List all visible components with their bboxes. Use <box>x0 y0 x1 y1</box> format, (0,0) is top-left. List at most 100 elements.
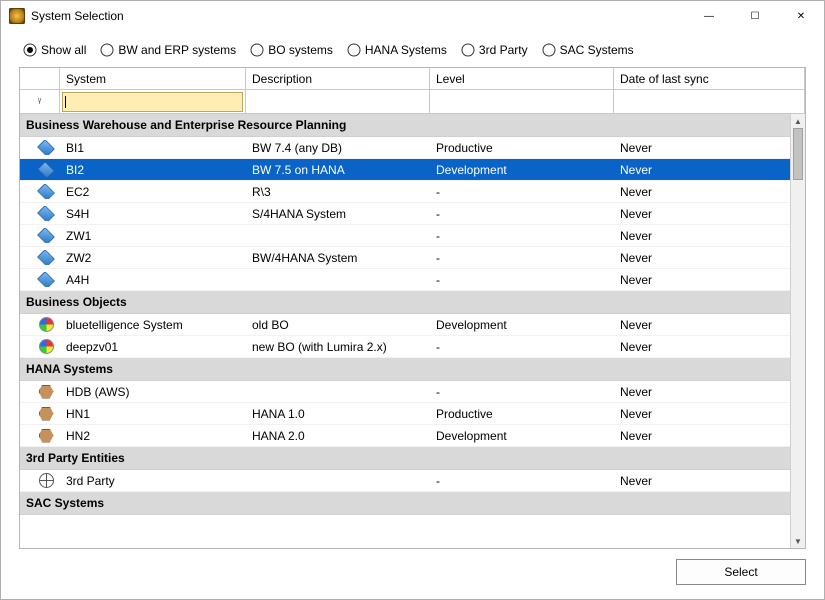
dialog-window: System Selection — ☐ ✕ Show all BW and ER… <box>0 0 825 600</box>
ball-icon <box>39 339 54 354</box>
titlebar: System Selection — ☐ ✕ <box>1 1 824 31</box>
row-icon-cell <box>20 206 60 221</box>
table-row[interactable]: BI2BW 7.5 on HANADevelopmentNever <box>20 159 791 181</box>
systems-grid: System Description Level Date of last sy… <box>19 67 806 549</box>
row-system: BI2 <box>60 163 246 177</box>
group-header[interactable]: Business Objects <box>20 291 791 314</box>
caret-icon <box>65 96 66 108</box>
row-description: S/4HANA System <box>246 207 430 221</box>
filter-system-input[interactable] <box>62 92 243 112</box>
filter-level-cell[interactable] <box>430 90 614 114</box>
scroll-thumb[interactable] <box>793 128 803 180</box>
row-level: - <box>430 229 614 243</box>
row-level: Development <box>430 163 614 177</box>
row-level: Development <box>430 318 614 332</box>
grid-rows: Business Warehouse and Enterprise Resour… <box>20 114 791 548</box>
hex-icon <box>39 428 54 443</box>
select-button[interactable]: Select <box>676 559 806 585</box>
table-row[interactable]: bluetelligence Systemold BODevelopmentNe… <box>20 314 791 336</box>
header-description[interactable]: Description <box>246 68 430 90</box>
table-row[interactable]: HDB (AWS) -Never <box>20 381 791 403</box>
filter-description-cell[interactable] <box>246 90 430 114</box>
filter-radio-3rd[interactable]: 3rd Party <box>461 43 528 57</box>
group-header[interactable]: SAC Systems <box>20 492 791 515</box>
row-icon-cell <box>20 162 60 177</box>
filter-last-sync-cell[interactable] <box>614 90 805 114</box>
window-controls: — ☐ ✕ <box>686 1 824 31</box>
header-last-sync[interactable]: Date of last sync <box>614 68 805 90</box>
radio-icon <box>347 43 361 57</box>
row-icon-cell <box>20 473 60 488</box>
radio-icon <box>250 43 264 57</box>
row-system: bluetelligence System <box>60 318 246 332</box>
row-system: ZW1 <box>60 229 246 243</box>
row-last-sync: Never <box>614 474 791 488</box>
row-last-sync: Never <box>614 185 791 199</box>
group-header[interactable]: Business Warehouse and Enterprise Resour… <box>20 114 791 137</box>
header-system[interactable]: System <box>60 68 246 90</box>
minimize-icon: — <box>704 11 714 22</box>
row-system: 3rd Party <box>60 474 246 488</box>
filter-radio-hana[interactable]: HANA Systems <box>347 43 447 57</box>
row-last-sync: Never <box>614 251 791 265</box>
row-icon-cell <box>20 317 60 332</box>
row-last-sync: Never <box>614 141 791 155</box>
filter-radio-label: BO systems <box>268 43 333 57</box>
row-last-sync: Never <box>614 207 791 221</box>
filter-radio-all[interactable]: Show all <box>23 43 86 57</box>
radio-icon <box>100 43 114 57</box>
ball-icon <box>39 317 54 332</box>
filter-radio-bo[interactable]: BO systems <box>250 43 333 57</box>
row-icon-cell <box>20 339 60 354</box>
row-level: - <box>430 385 614 399</box>
table-row[interactable]: HN2HANA 2.0DevelopmentNever <box>20 425 791 447</box>
filter-radio-label: SAC Systems <box>560 43 634 57</box>
table-row[interactable]: BI1BW 7.4 (any DB)ProductiveNever <box>20 137 791 159</box>
row-system: S4H <box>60 207 246 221</box>
close-button[interactable]: ✕ <box>778 1 824 31</box>
header-level[interactable]: Level <box>430 68 614 90</box>
scroll-up-icon[interactable]: ▲ <box>791 114 805 128</box>
grid-inner: System Description Level Date of last sy… <box>20 68 805 548</box>
table-row[interactable]: HN1HANA 1.0ProductiveNever <box>20 403 791 425</box>
table-row[interactable]: EC2R\3-Never <box>20 181 791 203</box>
table-row[interactable]: 3rd Party-Never <box>20 470 791 492</box>
group-header[interactable]: HANA Systems <box>20 358 791 381</box>
globe-icon <box>39 473 54 488</box>
row-description: HANA 2.0 <box>246 429 430 443</box>
row-level: - <box>430 185 614 199</box>
row-last-sync: Never <box>614 429 791 443</box>
hex-icon <box>39 384 54 399</box>
row-level: - <box>430 273 614 287</box>
scroll-down-icon[interactable]: ▼ <box>791 534 805 548</box>
cube-icon <box>39 140 54 155</box>
filter-radios: Show all BW and ERP systems BO systems HANA… <box>19 43 806 57</box>
table-row[interactable]: deepzv01new BO (with Lumira 2.x)-Never <box>20 336 791 358</box>
filter-row-indicator: ᵞ <box>20 90 60 114</box>
group-header[interactable]: 3rd Party Entities <box>20 447 791 470</box>
grid-header-row: System Description Level Date of last sy… <box>20 68 805 90</box>
filter-radio-label: BW and ERP systems <box>118 43 236 57</box>
minimize-button[interactable]: — <box>686 1 732 31</box>
dialog-footer: Select <box>19 549 806 585</box>
row-level: - <box>430 251 614 265</box>
maximize-button[interactable]: ☐ <box>732 1 778 31</box>
row-system: ZW2 <box>60 251 246 265</box>
row-description: BW 7.4 (any DB) <box>246 141 430 155</box>
row-icon-cell <box>20 384 60 399</box>
table-row[interactable]: A4H-Never <box>20 269 791 291</box>
table-row[interactable]: S4HS/4HANA System-Never <box>20 203 791 225</box>
filter-system-cell[interactable] <box>60 90 246 114</box>
table-row[interactable]: ZW2BW/4HANA System-Never <box>20 247 791 269</box>
row-last-sync: Never <box>614 385 791 399</box>
radio-icon <box>542 43 556 57</box>
row-system: HDB (AWS) <box>60 385 246 399</box>
header-icon-col[interactable] <box>20 68 60 90</box>
row-last-sync: Never <box>614 318 791 332</box>
cube-icon <box>39 272 54 287</box>
filter-radio-sac[interactable]: SAC Systems <box>542 43 634 57</box>
filter-radio-bw[interactable]: BW and ERP systems <box>100 43 236 57</box>
row-icon-cell <box>20 272 60 287</box>
table-row[interactable]: ZW1-Never <box>20 225 791 247</box>
vertical-scrollbar[interactable]: ▲ ▼ <box>790 114 805 548</box>
